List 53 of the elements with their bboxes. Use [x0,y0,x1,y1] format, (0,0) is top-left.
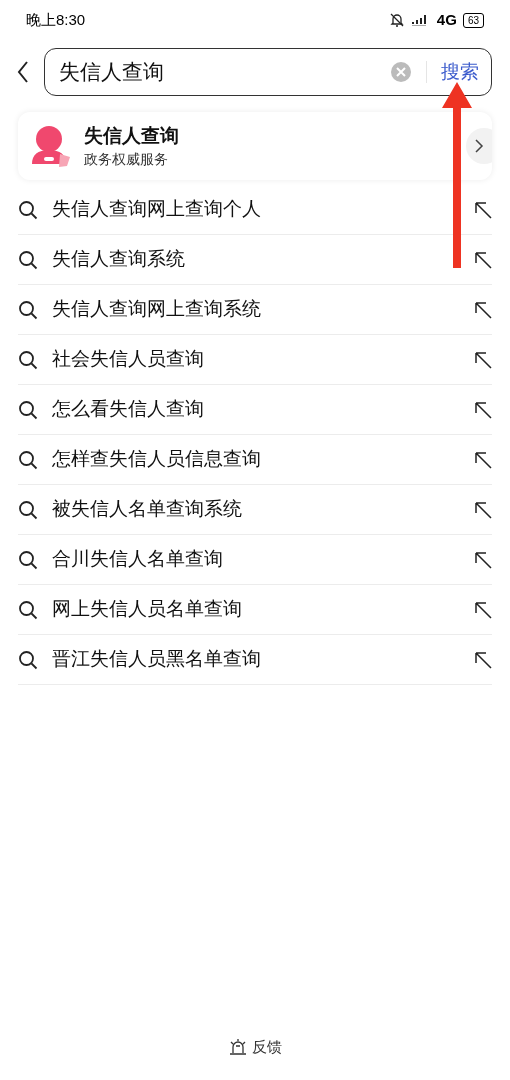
battery-indicator: 63 [462,12,484,28]
search-icon [18,399,38,420]
suggestion-item[interactable]: 社会失信人员查询 [18,335,492,385]
suggestion-item[interactable]: 合川失信人名单查询 [18,535,492,585]
suggestion-item[interactable]: 失信人查询网上查询系统 [18,285,492,335]
suggestion-item[interactable]: 网上失信人员名单查询 [18,585,492,635]
suggestion-text: 怎么看失信人查询 [52,397,205,422]
suggestion-item[interactable]: 晋江失信人员黑名单查询 [18,635,492,685]
search-icon [18,299,38,320]
suggestion-text: 失信人查询网上查询系统 [52,297,262,322]
network-label: 4G [436,9,457,30]
service-card[interactable]: 失信人查询 政务权威服务 [18,112,492,180]
search-button[interactable]: 搜索 [441,57,479,87]
fill-arrow-icon[interactable] [474,500,492,519]
search-icon [18,249,38,270]
status-time: 晚上8:30 [26,9,86,30]
person-icon [30,124,72,168]
fill-arrow-icon[interactable] [474,300,492,319]
service-title: 失信人查询 [84,124,179,148]
fill-arrow-icon[interactable] [474,450,492,469]
suggestion-text: 被失信人名单查询系统 [52,497,243,522]
fill-arrow-icon[interactable] [474,550,492,569]
search-icon [18,599,38,620]
search-input-text: 失信人查询 [59,59,165,86]
suggestion-text: 失信人查询网上查询个人 [52,197,262,222]
suggestion-text: 社会失信人员查询 [52,347,205,372]
suggestion-text: 合川失信人名单查询 [52,547,224,572]
bell-muted-icon [388,12,405,28]
suggestion-text: 网上失信人员名单查询 [52,597,243,622]
suggestion-text: 晋江失信人员黑名单查询 [52,647,262,672]
suggestion-text: 怎样查失信人员信息查询 [52,447,262,472]
suggestion-item[interactable]: 怎样查失信人员信息查询 [18,435,492,485]
fill-arrow-icon[interactable] [474,350,492,369]
fill-arrow-icon[interactable] [474,600,492,619]
feedback-icon[interactable] [228,1037,248,1056]
search-icon [18,499,38,520]
fill-arrow-icon[interactable] [474,400,492,419]
fill-arrow-icon[interactable] [474,250,492,269]
suggestion-item[interactable]: 怎么看失信人查询 [18,385,492,435]
feedback-link[interactable]: 反馈 [252,1035,282,1058]
search-field[interactable]: 失信人查询 搜索 [44,48,492,96]
back-icon[interactable] [16,60,30,84]
suggestion-text: 失信人查询系统 [52,247,186,272]
search-icon [18,549,38,570]
search-icon [18,349,38,370]
fill-arrow-icon[interactable] [474,650,492,669]
fill-arrow-icon[interactable] [474,200,492,219]
search-icon [18,649,38,670]
search-icon [18,449,38,470]
suggestion-item[interactable]: 被失信人名单查询系统 [18,485,492,535]
chevron-right-icon[interactable] [466,128,492,164]
service-subtitle: 政务权威服务 [84,150,169,169]
search-icon [18,199,38,220]
